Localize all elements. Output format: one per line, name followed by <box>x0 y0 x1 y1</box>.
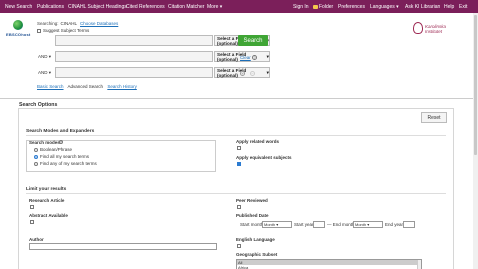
nav-cinahl-subject-headings[interactable]: CINAHL Subject Headings <box>68 4 127 10</box>
folder-icon <box>313 4 318 9</box>
modes-expanders-title: Search Modes and Expanders <box>26 129 95 134</box>
search-tabs: Basic Search Advanced Search Search Hist… <box>37 84 140 89</box>
help-icon[interactable]: ? <box>59 140 63 144</box>
institution-logo: Karolinska Institutet <box>413 22 449 36</box>
search-modes-text: Search modes <box>29 140 60 145</box>
nav-more-label: More <box>207 4 219 10</box>
end-year-input[interactable] <box>403 221 415 228</box>
remove-row-icon[interactable]: − <box>250 71 255 76</box>
nav-cited-references[interactable]: Cited References <box>126 4 165 10</box>
help-icon[interactable]: ? <box>252 55 257 60</box>
ebsco-logo[interactable]: EBSCOhost <box>6 20 30 40</box>
nav-preferences[interactable]: Preferences <box>338 4 365 10</box>
suggest-checkbox[interactable] <box>37 28 41 33</box>
list-item[interactable]: Africa <box>237 265 421 269</box>
divider <box>26 193 446 194</box>
search-input-1[interactable] <box>55 35 213 46</box>
start-month-value: Month <box>264 222 276 227</box>
apply-related-words-label: Apply related words <box>236 139 280 144</box>
clear-link[interactable]: Clear <box>240 55 251 60</box>
searching-line: Searching: CINAHL Choose Databases <box>37 21 118 26</box>
geographic-subset-label: Geographic Subset <box>236 252 278 257</box>
nav-publications[interactable]: Publications <box>37 4 64 10</box>
apply-equivalent-subjects-checkbox[interactable] <box>237 162 241 166</box>
nav-languages[interactable]: Languages ▾ <box>370 4 399 10</box>
mode-label: Boolean/Phrase <box>40 147 73 152</box>
boolean-select-2[interactable]: AND ▾ <box>37 51 52 62</box>
english-language-label: English Language <box>236 237 275 242</box>
divider <box>26 135 446 136</box>
suggest-subject-terms[interactable]: Suggest Subject Terms <box>37 28 89 33</box>
search-input-2[interactable] <box>55 51 213 62</box>
top-nav: New Search Publications CINAHL Subject H… <box>0 0 478 13</box>
search-input-3[interactable] <box>55 67 213 78</box>
add-row-icon[interactable]: + <box>240 71 245 76</box>
research-article-checkbox[interactable] <box>30 205 34 209</box>
nav-sign-in[interactable]: Sign In <box>293 4 309 10</box>
institution-name-line2: Institutet <box>425 29 443 34</box>
scrollbar-thumb[interactable] <box>474 15 477 155</box>
searching-label: Searching: <box>37 21 59 26</box>
mode-label: Find any of my search terms <box>40 161 97 166</box>
nav-folder-label: Folder <box>319 4 334 10</box>
radio-button[interactable] <box>34 161 38 166</box>
mode-find-any[interactable]: Find any of my search terms <box>34 161 97 166</box>
nav-more[interactable]: More ▾ <box>207 4 222 10</box>
end-year-label: End year <box>385 222 404 227</box>
database-name: CINAHL <box>60 21 78 26</box>
suggest-label: Suggest Subject Terms <box>43 28 90 33</box>
search-button[interactable]: Search <box>238 35 268 46</box>
peer-reviewed-label: Peer Reviewed <box>236 198 268 203</box>
chevron-down-icon: ▾ <box>219 4 223 10</box>
choose-databases-link[interactable]: Choose Databases <box>80 21 118 26</box>
limit-results-title: Limit your results <box>26 187 67 192</box>
nav-exit[interactable]: Exit <box>459 4 467 10</box>
boolean-label: AND <box>38 54 48 59</box>
radio-button[interactable] <box>34 154 38 159</box>
tab-basic-search[interactable]: Basic Search <box>37 84 64 89</box>
boolean-label: AND <box>38 70 48 75</box>
ebsco-logo-text: EBSCOhost <box>6 32 31 37</box>
globe-icon <box>13 20 23 30</box>
divider <box>0 98 478 99</box>
radio-button[interactable] <box>34 147 38 152</box>
page-scrollbar[interactable] <box>473 13 478 269</box>
nav-citation-matcher[interactable]: Citation Matcher <box>168 4 204 10</box>
nav-new-search[interactable]: New Search <box>5 4 32 10</box>
english-language-checkbox[interactable] <box>237 244 241 248</box>
published-date-label: Published Date <box>236 213 269 218</box>
start-year-label: Start year <box>294 222 314 227</box>
mode-find-all[interactable]: Find all my search terms <box>34 154 89 159</box>
nav-folder[interactable]: Folder <box>313 4 333 10</box>
emblem-icon <box>413 22 423 34</box>
apply-equivalent-subjects-label: Apply equivalent subjects <box>236 155 292 160</box>
boolean-select-3[interactable]: AND ▾ <box>37 67 52 78</box>
peer-reviewed-checkbox[interactable] <box>237 205 241 209</box>
scrollbar[interactable] <box>417 260 421 269</box>
abstract-available-checkbox[interactable] <box>30 220 34 224</box>
apply-related-words-checkbox[interactable] <box>237 146 241 150</box>
nav-languages-label: Languages <box>370 4 395 10</box>
tab-advanced-search[interactable]: Advanced Search <box>68 84 104 89</box>
end-month-text: End month <box>332 222 355 227</box>
geographic-subset-listbox[interactable]: All Africa <box>236 259 422 269</box>
mode-boolean-phrase[interactable]: Boolean/Phrase <box>34 147 72 152</box>
nav-ask-librarian[interactable]: Ask KI Librarian <box>405 4 440 10</box>
research-article-label: Research Article <box>29 198 65 203</box>
end-month-select[interactable]: Month ▾ <box>353 221 383 228</box>
start-month-select[interactable]: Month ▾ <box>262 221 292 228</box>
end-month-value: Month <box>355 222 367 227</box>
author-input[interactable] <box>29 243 217 250</box>
end-month-label: — End month <box>327 222 355 227</box>
tab-search-history[interactable]: Search History <box>107 84 137 89</box>
start-month-label: Start month <box>240 222 264 227</box>
nav-help[interactable]: Help <box>444 4 454 10</box>
mode-label: Find all my search terms <box>40 154 90 159</box>
author-label: Author <box>29 237 44 242</box>
abstract-available-label: Abstract Available <box>29 213 68 218</box>
start-year-input[interactable] <box>313 221 325 228</box>
chevron-down-icon: ▾ <box>396 4 399 10</box>
search-modes-label: Search modes <box>29 140 60 145</box>
reset-button[interactable]: Reset <box>421 112 447 123</box>
